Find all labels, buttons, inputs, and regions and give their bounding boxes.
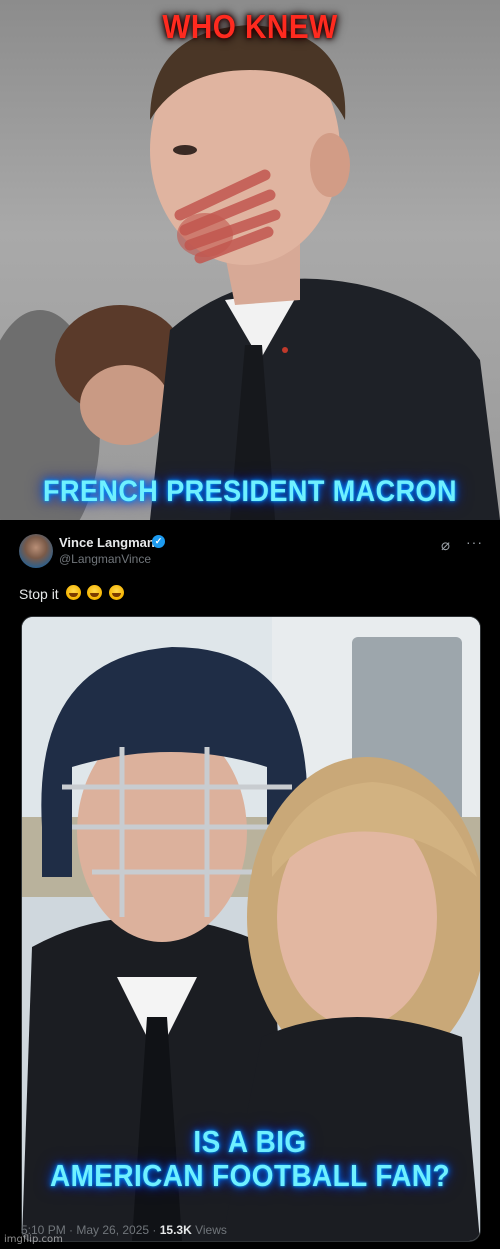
tweet-emojis	[66, 585, 126, 605]
tweet-text: Stop it	[19, 586, 59, 602]
caption-top: WHO KNEW	[162, 8, 338, 45]
views-count: 15.3K	[159, 1223, 192, 1237]
imgflip-watermark: imgflip.com	[4, 1234, 63, 1245]
top-photo-illustration	[0, 25, 500, 520]
verified-badge-icon: ✓	[152, 535, 165, 548]
tears-of-joy-emoji-icon	[108, 585, 124, 600]
author-avatar[interactable]	[19, 534, 53, 568]
caption-bottom-line-2: AMERICAN FOOTBALL FAN?	[50, 1158, 450, 1193]
grok-icon[interactable]: ⌀	[441, 538, 450, 553]
tears-of-joy-emoji-icon	[87, 585, 103, 600]
tears-of-joy-emoji-icon	[66, 585, 81, 600]
more-options-icon[interactable]: ···	[466, 534, 483, 550]
author-handle[interactable]: @LangmanVince	[59, 552, 151, 566]
author-name[interactable]: Vince Langman	[59, 535, 155, 550]
top-photo-panel	[0, 0, 500, 520]
caption-middle: FRENCH PRESIDENT MACRON	[43, 475, 457, 508]
caption-bottom-line-1: IS A BIG	[193, 1124, 307, 1159]
